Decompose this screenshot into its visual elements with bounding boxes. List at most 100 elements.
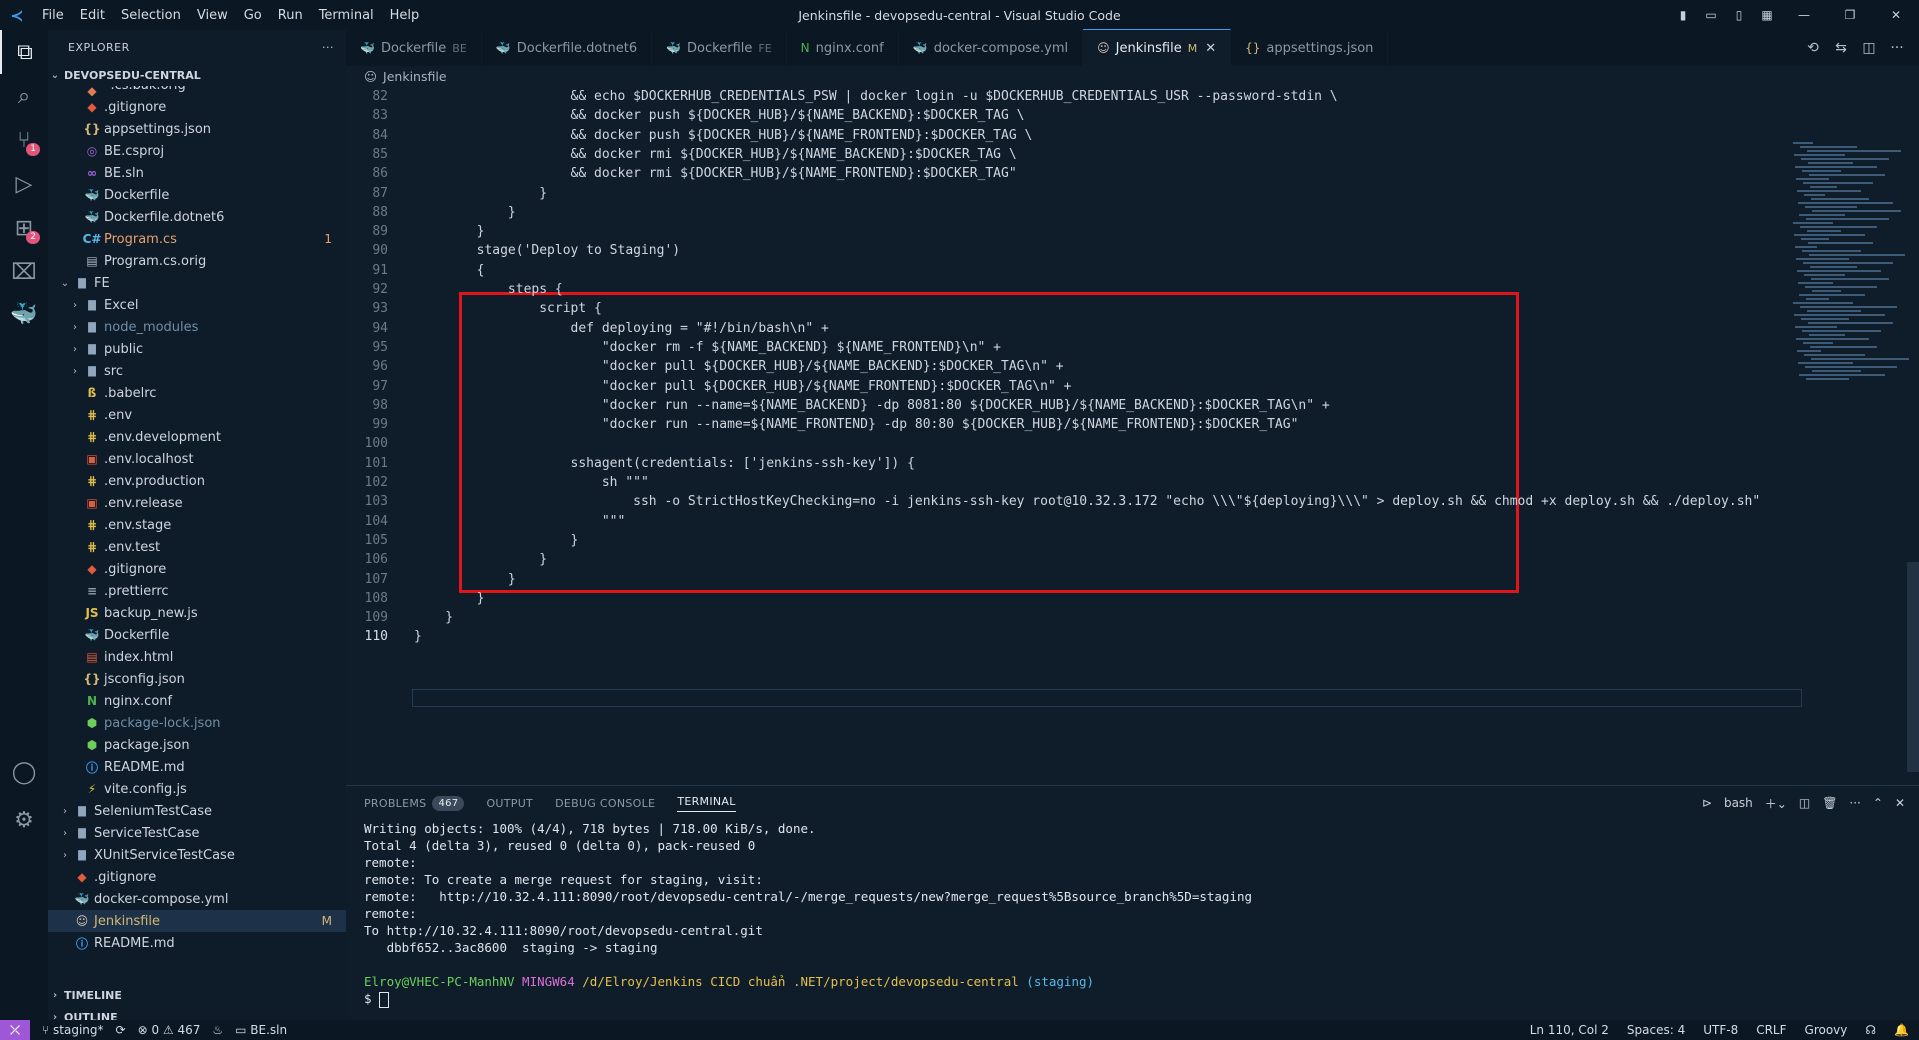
settings-gear-icon[interactable]: ⚙ bbox=[0, 798, 48, 842]
folder-item[interactable]: › ▇ node_modules bbox=[48, 316, 346, 338]
code-editor[interactable]: 82 && echo $DOCKERHUB_CREDENTIALS_PSW | … bbox=[346, 86, 1919, 785]
file-item[interactable]: ▤ Program.cs.orig bbox=[48, 250, 346, 272]
scrollbar-thumb[interactable] bbox=[1907, 562, 1919, 772]
file-item[interactable]: 🐳 Dockerfile.dotnet6 bbox=[48, 206, 346, 228]
file-item[interactable]: ☺ Jenkinsfile M bbox=[48, 910, 346, 932]
run-debug-icon[interactable]: ▷ bbox=[0, 162, 48, 206]
toggle-panel-icon[interactable]: ▭ bbox=[1697, 8, 1725, 22]
editor-tab[interactable]: 🐳 docker-compose.yml bbox=[899, 30, 1084, 66]
file-item[interactable]: ◆ *.cs.bak.orig bbox=[48, 86, 346, 96]
file-item[interactable]: ▤ index.html bbox=[48, 646, 346, 668]
menu-go[interactable]: Go bbox=[236, 8, 270, 23]
new-terminal-icon[interactable]: ＋⌄ bbox=[1765, 795, 1787, 812]
file-item[interactable]: ⋕ .env.production bbox=[48, 470, 346, 492]
file-item[interactable]: Nnginx.conf bbox=[48, 690, 346, 712]
menu-selection[interactable]: Selection bbox=[113, 8, 189, 23]
extensions-icon[interactable]: ⊞ 2 bbox=[0, 206, 48, 250]
file-item[interactable]: ▣ .env.localhost bbox=[48, 448, 346, 470]
more-actions-icon[interactable]: ··· bbox=[1849, 796, 1860, 810]
file-item[interactable]: ⬢ package.json bbox=[48, 734, 346, 756]
breadcrumb[interactable]: ☺ Jenkinsfile bbox=[346, 66, 1919, 86]
file-item[interactable]: 🐳 Dockerfile bbox=[48, 184, 346, 206]
panel-tab-debug-console[interactable]: DEBUG CONSOLE bbox=[555, 797, 655, 810]
solution-status[interactable]: ▭ BE.sln bbox=[235, 1023, 287, 1037]
folder-item[interactable]: ⌄ ▇ FE bbox=[48, 272, 346, 294]
split-terminal-icon[interactable]: ◫ bbox=[1799, 796, 1810, 810]
encoding[interactable]: UTF-8 bbox=[1703, 1023, 1738, 1037]
editor-tab[interactable]: Nnginx.conf bbox=[787, 30, 899, 66]
menu-terminal[interactable]: Terminal bbox=[311, 8, 382, 23]
file-item[interactable]: 🐳 Dockerfile bbox=[48, 624, 346, 646]
problems-status[interactable]: ⊗ 0 ⚠ 467 bbox=[138, 1023, 201, 1037]
explorer-icon[interactable]: ⧉ bbox=[0, 30, 48, 74]
breadcrumb-file[interactable]: Jenkinsfile bbox=[383, 69, 446, 84]
close-window-button[interactable]: ✕ bbox=[1873, 8, 1919, 22]
file-item[interactable]: 🐳 docker-compose.yml bbox=[48, 888, 346, 910]
panel-tab-terminal[interactable]: TERMINAL bbox=[677, 795, 736, 812]
flame-icon[interactable]: ♨ bbox=[212, 1023, 223, 1037]
sync-icon[interactable]: ⟳ bbox=[116, 1023, 126, 1037]
kill-terminal-icon[interactable]: 🗑 bbox=[1822, 796, 1837, 810]
menu-file[interactable]: File bbox=[34, 8, 72, 23]
panel-tab-problems[interactable]: PROBLEMS 467 bbox=[364, 795, 465, 811]
file-item[interactable]: ⋕ .env.stage bbox=[48, 514, 346, 536]
folder-item[interactable]: › ▇ Excel bbox=[48, 294, 346, 316]
notifications-bell-icon[interactable]: 🔔 bbox=[1894, 1023, 1909, 1037]
folder-item[interactable]: › ▇ src bbox=[48, 360, 346, 382]
file-item[interactable]: ⋕ .env.development bbox=[48, 426, 346, 448]
menu-help[interactable]: Help bbox=[382, 8, 428, 23]
folder-item[interactable]: › ▇ XUnitServiceTestCase bbox=[48, 844, 346, 866]
panel-tab-output[interactable]: OUTPUT bbox=[486, 797, 533, 810]
folder-item[interactable]: › ▇ public bbox=[48, 338, 346, 360]
language-mode[interactable]: Groovy bbox=[1805, 1023, 1848, 1037]
cursor-position[interactable]: Ln 110, Col 2 bbox=[1530, 1023, 1609, 1037]
file-item[interactable]: ⓘ README.md bbox=[48, 932, 346, 954]
file-item[interactable]: {} appsettings.json bbox=[48, 118, 346, 140]
menu-view[interactable]: View bbox=[189, 8, 236, 23]
file-item[interactable]: ≡ .prettierrc bbox=[48, 580, 346, 602]
editor-tab[interactable]: {} appsettings.json bbox=[1231, 30, 1389, 66]
split-editor-icon[interactable]: ◫ bbox=[1855, 40, 1883, 56]
timeline-section[interactable]: › TIMELINE bbox=[48, 984, 346, 1006]
file-item[interactable]: ⋕ .env.test bbox=[48, 536, 346, 558]
indentation[interactable]: Spaces: 4 bbox=[1627, 1023, 1685, 1037]
more-actions-icon[interactable]: ··· bbox=[1883, 40, 1911, 56]
terminal-output[interactable]: Writing objects: 100% (4/4), 718 bytes |… bbox=[346, 820, 1919, 1008]
toggle-secondary-sidebar-icon[interactable]: ▯ bbox=[1725, 8, 1753, 22]
account-icon[interactable]: ◯ bbox=[0, 750, 48, 794]
folder-item[interactable]: › ▇ SeleniumTestCase bbox=[48, 800, 346, 822]
file-item[interactable]: ◆ .gitignore bbox=[48, 96, 346, 118]
file-item[interactable]: ⬢ package-lock.json bbox=[48, 712, 346, 734]
more-actions-icon[interactable]: ··· bbox=[322, 41, 334, 54]
minimap[interactable] bbox=[1793, 142, 1909, 392]
feedback-icon[interactable]: ☊ bbox=[1865, 1023, 1876, 1037]
file-item[interactable]: ◆ .gitignore bbox=[48, 558, 346, 580]
source-control-icon[interactable]: ⑂ 1 bbox=[0, 118, 48, 162]
git-branch[interactable]: ⑂ staging* bbox=[42, 1023, 104, 1037]
file-item[interactable]: ß .babelrc bbox=[48, 382, 346, 404]
terminal-input-line[interactable]: $ bbox=[364, 990, 1919, 1008]
git-compare-icon[interactable]: ⇆ bbox=[1827, 40, 1855, 56]
file-item[interactable]: ⓘ README.md bbox=[48, 756, 346, 778]
folder-item[interactable]: › ▇ ServiceTestCase bbox=[48, 822, 346, 844]
editor-tab[interactable]: 🐳 Dockerfile.dotnet6 bbox=[482, 30, 653, 66]
remote-explorer-icon[interactable]: ⌧ bbox=[0, 250, 48, 294]
file-item[interactable]: ◎ BE.csproj bbox=[48, 140, 346, 162]
close-tab-icon[interactable]: ✕ bbox=[1205, 41, 1216, 56]
file-item[interactable]: JS backup_new.js bbox=[48, 602, 346, 624]
file-item[interactable]: ▣ .env.release bbox=[48, 492, 346, 514]
remote-indicator-icon[interactable]: ⤫ bbox=[0, 1020, 30, 1040]
file-item[interactable]: C# Program.cs 1 bbox=[48, 228, 346, 250]
file-item[interactable]: ⋕ .env bbox=[48, 404, 346, 426]
search-icon[interactable]: ⌕ bbox=[0, 74, 48, 118]
file-item[interactable]: {} jsconfig.json bbox=[48, 668, 346, 690]
file-item[interactable]: ∞ BE.sln bbox=[48, 162, 346, 184]
workspace-root[interactable]: ⌄ DEVOPSEDU-CENTRAL bbox=[48, 64, 346, 86]
customize-layout-icon[interactable]: ▦ bbox=[1753, 8, 1781, 22]
close-panel-icon[interactable]: ✕ bbox=[1895, 796, 1905, 810]
restore-button[interactable]: ❐ bbox=[1827, 8, 1873, 22]
timeline-history-icon[interactable]: ⟲ bbox=[1799, 40, 1827, 56]
editor-tab[interactable]: ☺ Jenkinsfile M ✕ bbox=[1083, 29, 1232, 66]
vertical-scrollbar[interactable] bbox=[1907, 142, 1919, 841]
terminal-shell-label[interactable]: bash bbox=[1724, 796, 1753, 810]
